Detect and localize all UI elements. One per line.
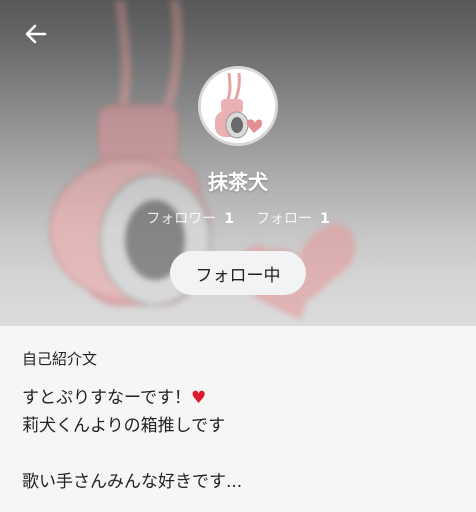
following-label: フォロー	[256, 211, 312, 227]
profile-screen: 抹茶犬 フォロワー 1 フォロー 1 フォロー中 自己紹介文 すとぷりすなーです！♥…	[0, 0, 476, 512]
arrow-left-icon	[23, 21, 49, 51]
profile-header: 抹茶犬 フォロワー 1 フォロー 1 フォロー中	[0, 0, 476, 326]
bio-section: 自己紹介文 すとぷりすなーです！♥ 莉犬くんよりの箱推しです 歌い手さんみんな好…	[0, 326, 476, 512]
following-count: 1	[320, 211, 330, 227]
followers-stat[interactable]: フォロワー 1	[146, 208, 234, 228]
heart-icon: ♥	[190, 388, 207, 408]
follow-stats: フォロワー 1 フォロー 1	[0, 208, 476, 228]
back-button[interactable]	[18, 18, 54, 54]
avatar[interactable]	[198, 66, 278, 146]
followers-label: フォロワー	[146, 211, 217, 227]
following-button[interactable]: フォロー中	[170, 251, 306, 295]
bio-text: すとぷりすなーです！♥ 莉犬くんよりの箱推しです 歌い手さんみんな好きです...	[22, 388, 243, 492]
followers-count: 1	[224, 211, 234, 227]
avatar-illustration	[201, 69, 275, 143]
following-stat[interactable]: フォロー 1	[256, 208, 330, 228]
profile-name: 抹茶犬	[208, 170, 268, 194]
bio-section-title: 自己紹介文	[22, 350, 98, 368]
